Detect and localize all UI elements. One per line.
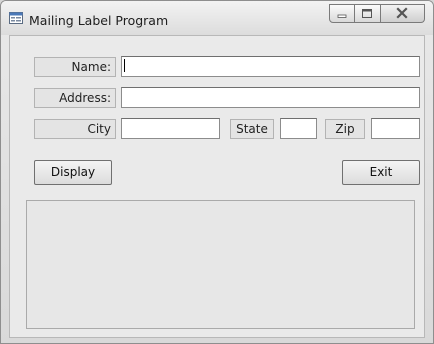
app-window: Mailing Label Program Name: Address: Cit… [0,0,434,344]
label-output-box [26,200,415,329]
form-window-icon [9,12,23,24]
name-label: Name: [34,57,116,77]
address-label: Address: [34,88,116,108]
minimize-button[interactable] [329,4,355,23]
city-label: City [34,119,116,139]
display-button[interactable]: Display [34,160,112,185]
state-input[interactable] [280,118,317,139]
state-label: State [230,119,274,139]
maximize-button[interactable] [355,4,381,23]
window-title: Mailing Label Program [29,13,169,28]
name-input[interactable] [121,56,420,77]
caption-buttons [329,4,425,24]
close-icon [396,7,408,19]
name-field-wrap [121,56,420,77]
title-bar[interactable]: Mailing Label Program [1,1,433,35]
close-button[interactable] [381,4,425,23]
address-input[interactable] [121,87,420,108]
city-input[interactable] [121,118,220,139]
exit-button[interactable]: Exit [342,160,420,185]
zip-label: Zip [325,119,365,139]
text-caret [124,59,125,72]
maximize-icon [362,9,372,18]
minimize-icon [337,14,347,18]
zip-input[interactable] [371,118,420,139]
